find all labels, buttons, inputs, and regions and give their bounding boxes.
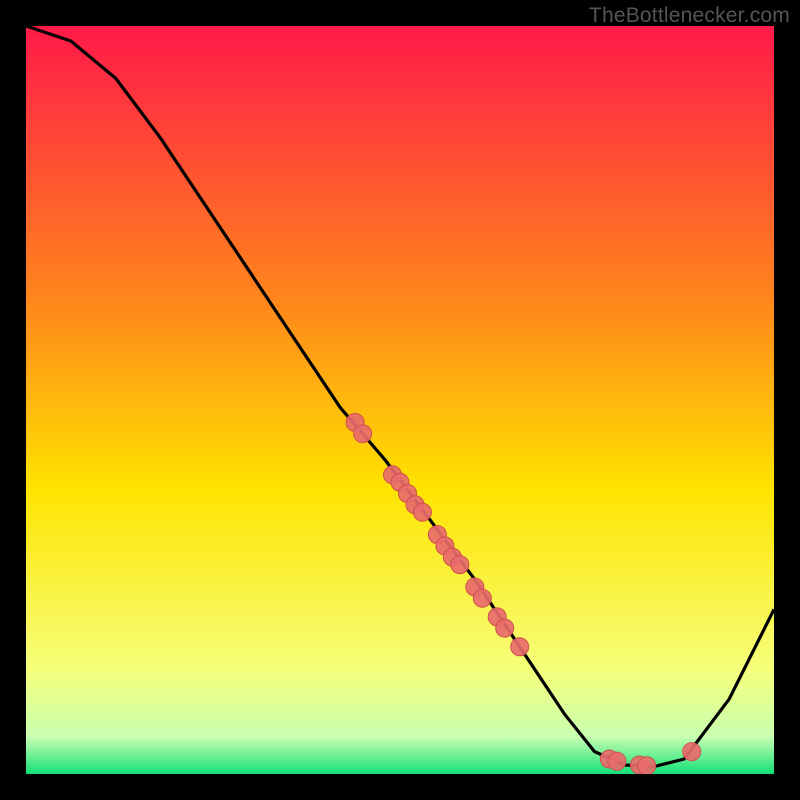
data-marker xyxy=(473,589,491,607)
chart-frame xyxy=(26,26,774,774)
data-marker xyxy=(496,619,514,637)
data-marker xyxy=(608,752,626,770)
bottleneck-chart xyxy=(26,26,774,774)
attribution-text: TheBottlenecker.com xyxy=(589,4,790,28)
gradient-background xyxy=(26,26,774,774)
data-marker xyxy=(413,503,431,521)
data-marker xyxy=(451,556,469,574)
data-marker xyxy=(511,638,529,656)
data-marker xyxy=(683,743,701,761)
data-marker xyxy=(638,757,656,774)
data-marker xyxy=(354,425,372,443)
